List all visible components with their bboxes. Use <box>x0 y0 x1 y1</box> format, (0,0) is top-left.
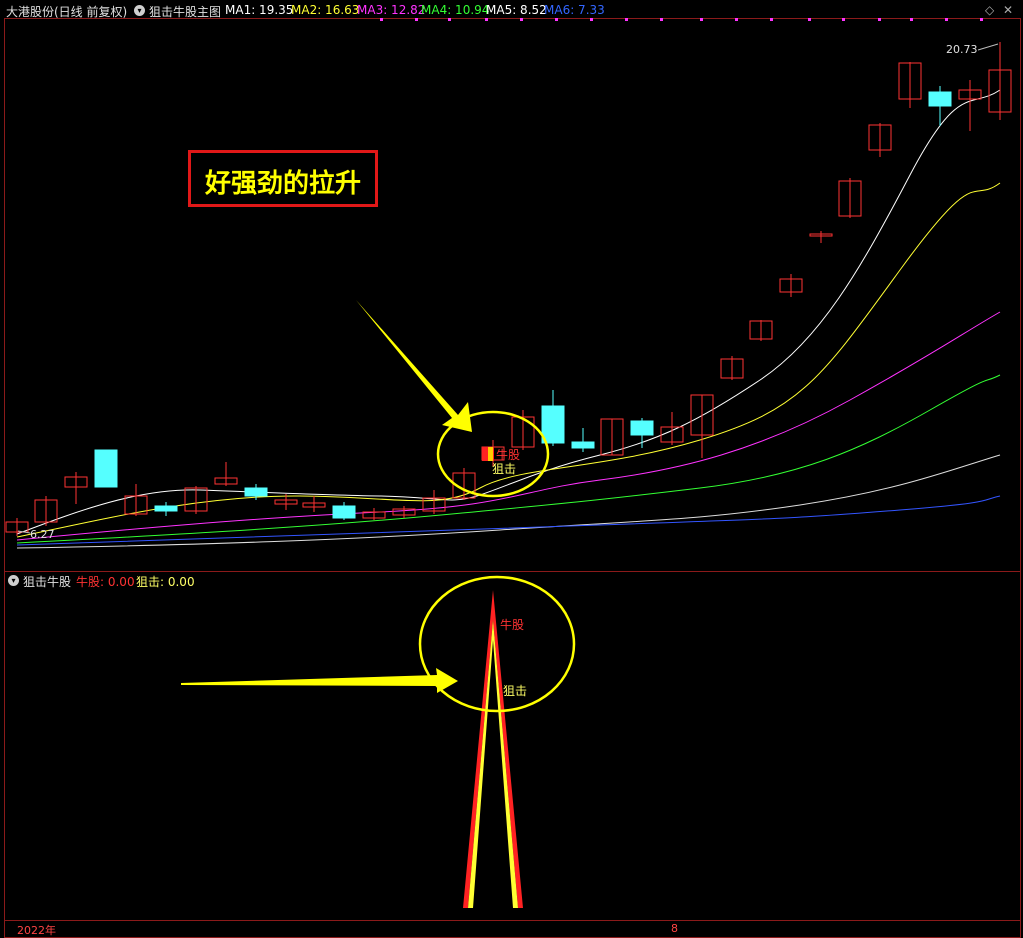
signal-dot <box>448 18 451 21</box>
ma6-line <box>16 495 1001 546</box>
sub-peak-label-ju: 狙击 <box>503 684 528 698</box>
signal-dot <box>380 18 383 21</box>
month-label: 8 <box>671 922 678 935</box>
candle-body <box>928 91 952 107</box>
candle-body <box>154 505 178 512</box>
signal-dot <box>945 18 948 21</box>
signal-dot <box>485 18 488 21</box>
signal-dot <box>590 18 593 21</box>
signal-label-ju: 狙击 <box>492 462 517 476</box>
candle-body <box>244 487 268 497</box>
signal-dot <box>520 18 523 21</box>
signal-dot <box>700 18 703 21</box>
ju-spike <box>468 620 518 908</box>
year-label: 2022年 <box>17 924 56 937</box>
signal-dot <box>660 18 663 21</box>
sub-indicator-menu-icon[interactable]: ▾ <box>8 575 19 586</box>
signal-dot <box>910 18 913 21</box>
sub-niu-value: 牛股: 0.00 <box>76 575 135 589</box>
signal-dot <box>842 18 845 21</box>
ma2-line <box>16 182 1001 538</box>
max-price-label: 20.73 <box>946 43 978 56</box>
candle-body <box>571 441 595 449</box>
candle-body <box>332 505 356 519</box>
sub-indicator-title[interactable]: 狙击牛股 <box>23 573 71 590</box>
candle-body <box>630 420 654 436</box>
signal-marker-yellow <box>488 447 493 461</box>
signal-dot <box>555 18 558 21</box>
signal-dot <box>808 18 811 21</box>
candle-body <box>541 405 565 444</box>
sub-peak-label-niu: 牛股 <box>500 618 525 632</box>
signal-dot <box>415 18 418 21</box>
max-price-pointer <box>977 43 999 51</box>
signal-dot <box>878 18 881 21</box>
pointer-arrow-main <box>356 300 472 432</box>
annotation-box: 好强劲的拉升 <box>188 150 378 207</box>
signal-dot <box>770 18 773 21</box>
signal-dot <box>980 18 983 21</box>
signal-dot <box>625 18 628 21</box>
pointer-arrow-sub <box>181 668 458 693</box>
annotation-text: 好强劲的拉升 <box>204 169 361 199</box>
min-price-label: 6.27 <box>30 528 55 541</box>
candle-body <box>94 449 118 488</box>
sub-ju-value: 狙击: 0.00 <box>136 575 195 589</box>
signal-dot <box>735 18 738 21</box>
